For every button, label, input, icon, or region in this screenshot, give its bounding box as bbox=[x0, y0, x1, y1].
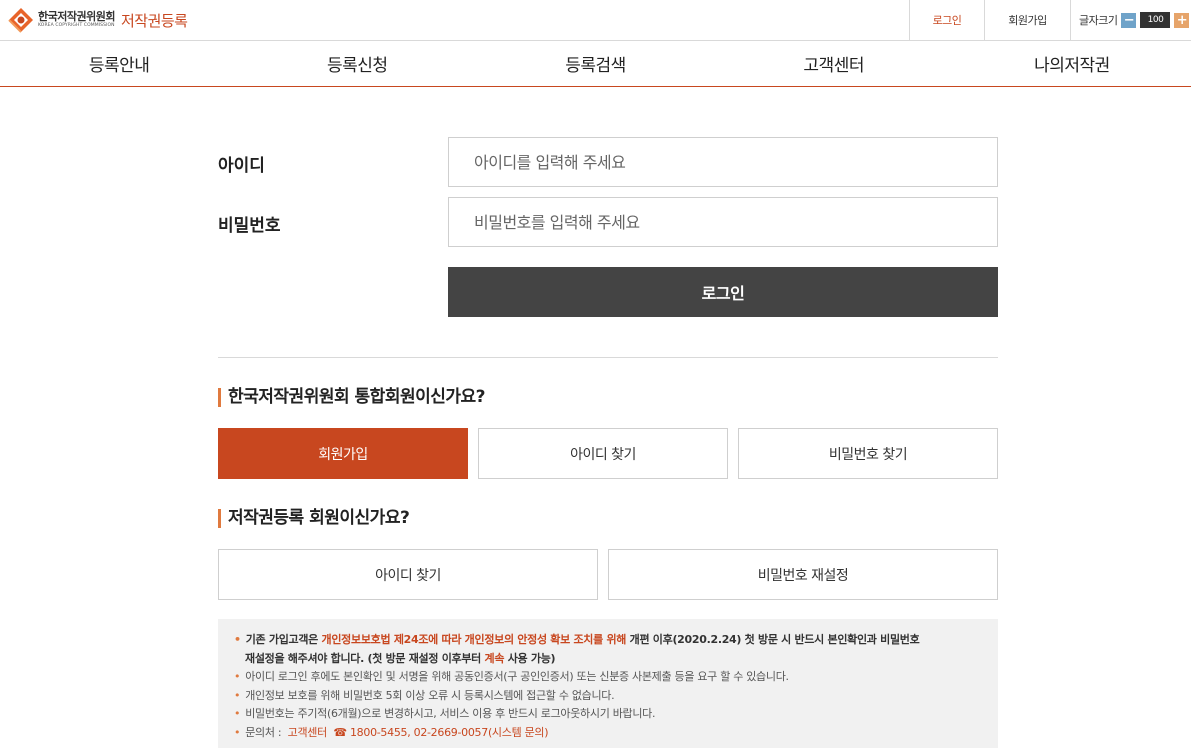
font-size-value: 100 bbox=[1140, 12, 1171, 28]
id-input[interactable] bbox=[448, 137, 998, 187]
top-bar: 한국저작권위원회 KOREA COPYRIGHT COMMISSION 저작권등… bbox=[0, 0, 1191, 41]
service-name: 저작권등록 bbox=[120, 11, 188, 30]
util-login-link[interactable]: 로그인 bbox=[909, 0, 984, 40]
notice-box: • 기존 가입고객은 개인정보보호법 제24조에 따라 개인정보의 안정성 확보 … bbox=[218, 619, 998, 748]
registration-member-title: 저작권등록 회원이신가요? bbox=[218, 509, 410, 528]
phone-icon: ☎ bbox=[333, 725, 347, 739]
font-size-decrease-icon[interactable]: − bbox=[1121, 12, 1137, 28]
integrated-find-id-button[interactable]: 아이디 찾기 bbox=[478, 428, 728, 479]
password-input[interactable] bbox=[448, 197, 998, 247]
notice-item: • 아이디 로그인 후에도 본인확인 및 서명을 위해 공동인증서(구 공인인증서… bbox=[234, 670, 789, 683]
notice-item: • 기존 가입고객은 개인정보보호법 제24조에 따라 개인정보의 안정성 확보 … bbox=[234, 633, 920, 646]
login-button[interactable]: 로그인 bbox=[448, 267, 998, 317]
logo-text: 한국저작권위원회 KOREA COPYRIGHT COMMISSION bbox=[38, 11, 115, 29]
notice-item-cont: 재설정을 해주셔야 합니다. (첫 방문 재설정 이후부터 계속 사용 가능) bbox=[245, 651, 556, 665]
nav-item-guide[interactable]: 등록안내 bbox=[0, 41, 238, 86]
notice-item: • 비밀번호는 주기적(6개월)으로 변경하시고, 서비스 이용 후 반드시 로그… bbox=[234, 707, 656, 720]
util-join-link[interactable]: 회원가입 bbox=[984, 0, 1070, 40]
nav-item-apply[interactable]: 등록신청 bbox=[238, 41, 476, 86]
notice-item: • 개인정보 보호를 위해 비밀번호 5회 이상 오류 시 등록시스템에 접근할 … bbox=[234, 688, 615, 702]
nav-item-search[interactable]: 등록검색 bbox=[476, 41, 714, 86]
contact-phone: 1800-5455, 02-2669-0057(시스템 문의) bbox=[349, 725, 549, 739]
registration-find-id-button[interactable]: 아이디 찾기 bbox=[218, 549, 598, 600]
join-button[interactable]: 회원가입 bbox=[218, 428, 468, 479]
logo[interactable]: 한국저작권위원회 KOREA COPYRIGHT COMMISSION 저작권등… bbox=[8, 7, 188, 33]
font-size-increase-icon[interactable]: + bbox=[1174, 12, 1190, 28]
support-link[interactable]: 고객센터 bbox=[288, 726, 328, 739]
org-name-en: KOREA COPYRIGHT COMMISSION bbox=[38, 23, 115, 29]
integrated-member-title: 한국저작권위원회 통합회원이신가요? bbox=[218, 388, 486, 407]
nav-item-support[interactable]: 고객센터 bbox=[715, 41, 953, 86]
font-size-label: 글자크기 bbox=[1079, 14, 1118, 27]
notice-contact: • 문의처 : 고객센터 ☎ 1800-5455, 02-2669-0057(시스… bbox=[234, 725, 549, 739]
contact-label: 문의처 : bbox=[245, 725, 282, 739]
main-nav: 등록안내 등록신청 등록검색 고객센터 나의저작권 bbox=[0, 41, 1191, 87]
password-label: 비밀번호 bbox=[218, 216, 281, 236]
divider bbox=[218, 357, 998, 358]
utility-menu: 로그인 회원가입 글자크기 − 100 + bbox=[909, 0, 1191, 40]
org-name: 한국저작권위원회 bbox=[38, 10, 115, 24]
integrated-find-password-button[interactable]: 비밀번호 찾기 bbox=[738, 428, 998, 479]
id-label: 아이디 bbox=[218, 156, 265, 176]
commission-logo-icon bbox=[8, 7, 34, 33]
nav-item-my-copyright[interactable]: 나의저작권 bbox=[953, 41, 1191, 86]
font-size-control: 글자크기 − 100 + bbox=[1070, 0, 1191, 40]
registration-reset-password-button[interactable]: 비밀번호 재설정 bbox=[608, 549, 998, 600]
